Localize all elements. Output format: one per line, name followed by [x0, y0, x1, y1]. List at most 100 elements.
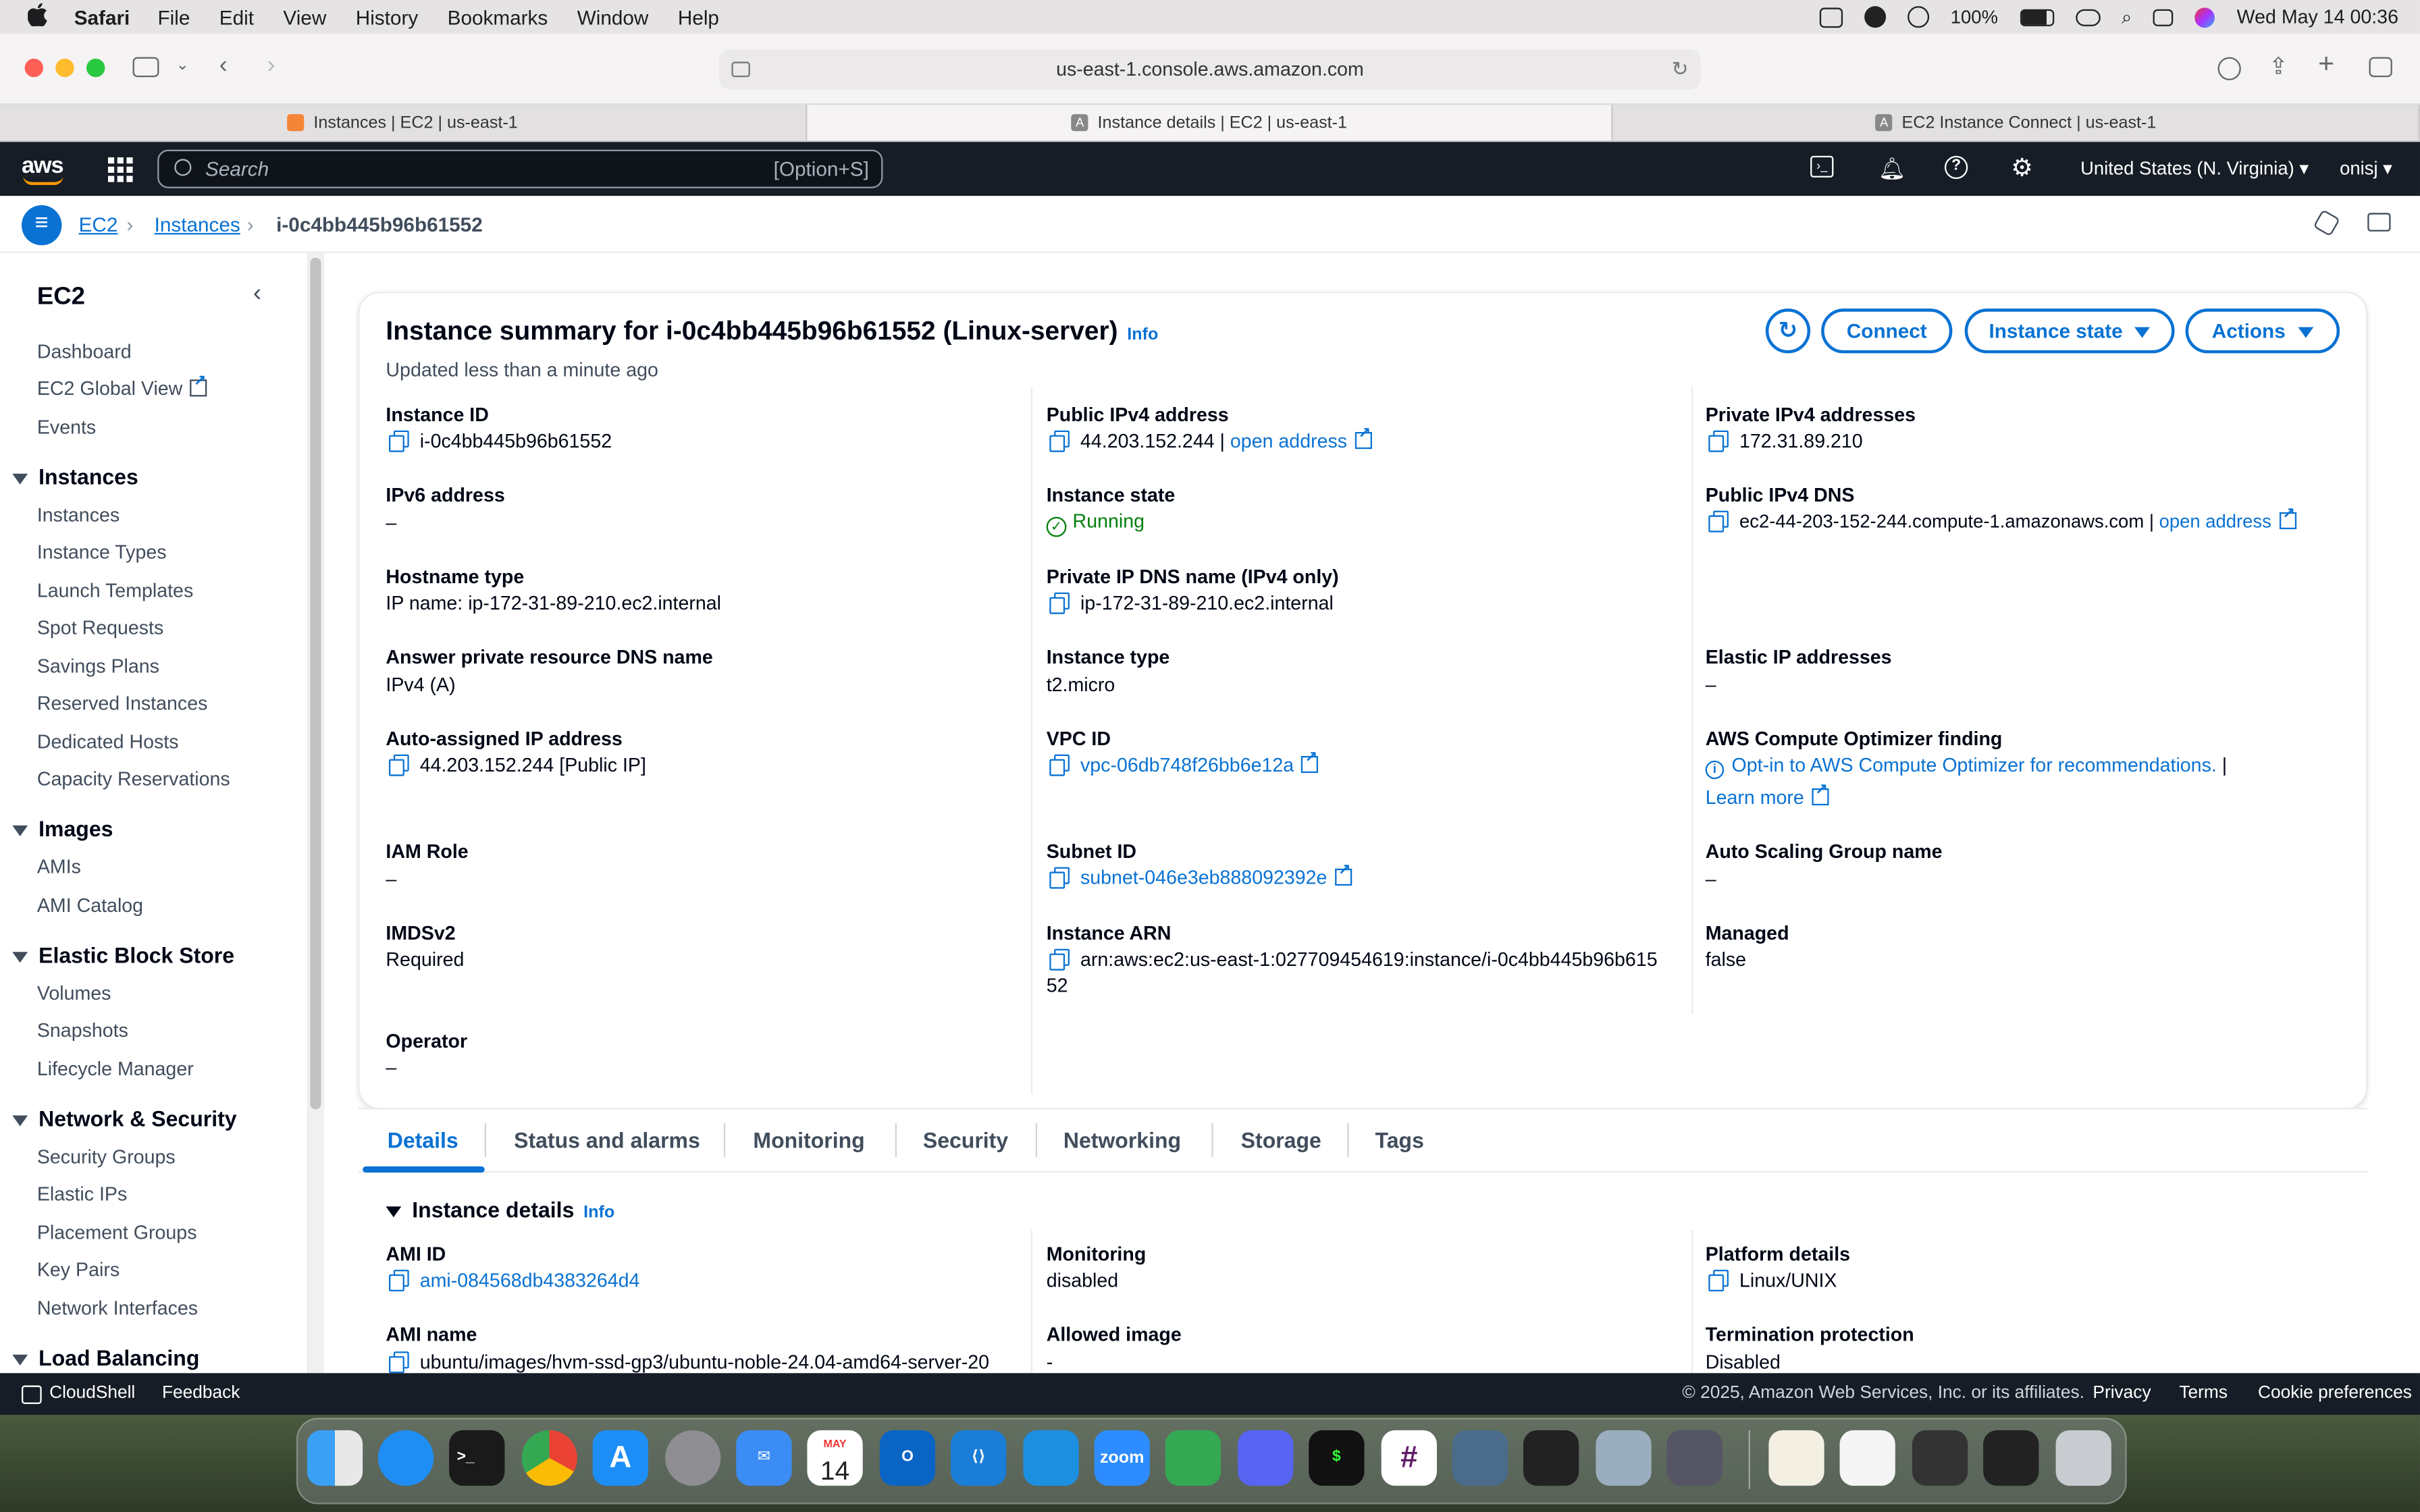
status-icon[interactable] [1819, 7, 1843, 27]
instance-details-header[interactable]: Instance details Info [386, 1197, 614, 1222]
instance-state-button[interactable]: Instance state [1964, 308, 2175, 354]
window-thumbnail-icon[interactable] [1983, 1430, 2039, 1486]
sidebar-item-events[interactable]: Events [37, 416, 96, 438]
aws-logo[interactable]: aws [22, 153, 64, 186]
reload-icon[interactable]: ↻ [1672, 49, 1689, 89]
sidebar-item-launch-templates[interactable]: Launch Templates [37, 580, 193, 601]
browser-tab-instances[interactable]: Instances | EC2 | us-east-1 [0, 105, 807, 140]
breadcrumb-instances[interactable]: Instances [155, 213, 240, 236]
sidebar-item-security-groups[interactable]: Security Groups [37, 1146, 176, 1168]
sidebar-item-snapshots[interactable]: Snapshots [37, 1020, 128, 1042]
sidebar-section-ebs[interactable]: Elastic Block Store [12, 943, 234, 967]
services-menu-icon[interactable] [107, 157, 133, 182]
slack-icon[interactable]: # [1381, 1430, 1437, 1486]
copy-icon[interactable] [1049, 948, 1070, 971]
sidebar-item-spot-requests[interactable]: Spot Requests [37, 617, 163, 639]
feedback-link[interactable]: Feedback [162, 1384, 240, 1402]
sidebar-scrollbar[interactable] [309, 252, 324, 1374]
cloudshell-icon[interactable]: ›_ [1810, 155, 1834, 178]
refresh-button[interactable]: ↻ [1765, 308, 1811, 354]
breadcrumb-ec2[interactable]: EC2 [79, 213, 118, 236]
copy-icon[interactable] [1049, 430, 1070, 452]
system-settings-icon[interactable] [665, 1430, 721, 1486]
console-search-input[interactable]: Search [Option+S] [157, 149, 883, 188]
optimizer-opt-in-link[interactable]: Opt-in to AWS Compute Optimizer for reco… [1732, 755, 2217, 776]
vscode-icon[interactable]: ⟨⟩ [950, 1430, 1007, 1486]
copy-icon[interactable] [1708, 430, 1729, 452]
app-store-icon[interactable]: A [592, 1430, 648, 1486]
menu-safari[interactable]: Safari [74, 5, 130, 28]
region-selector[interactable]: United States (N. Virginia) ▾ [2080, 157, 2309, 179]
copy-icon[interactable] [388, 430, 409, 452]
cloudshell-icon[interactable] [21, 1385, 42, 1404]
tab-details[interactable]: Details [388, 1128, 458, 1153]
cloudshell-link[interactable]: CloudShell [49, 1384, 135, 1402]
clock[interactable]: Wed May 14 00:36 [2237, 6, 2398, 28]
sidebar-item-dedicated-hosts[interactable]: Dedicated Hosts [37, 731, 179, 753]
account-menu[interactable]: onisj ▾ [2340, 157, 2392, 179]
docker-icon[interactable] [1023, 1430, 1079, 1486]
sidebar-section-load-balancing[interactable]: Load Balancing [12, 1345, 199, 1370]
virtualbox-icon[interactable] [1452, 1430, 1508, 1486]
apple-icon[interactable] [27, 3, 53, 31]
sidebar-item-elastic-ips[interactable]: Elastic IPs [37, 1183, 127, 1205]
ami-id-link[interactable]: ami-084568db4383264d4 [420, 1270, 640, 1291]
discord-icon[interactable] [1238, 1430, 1294, 1486]
close-window-button[interactable] [24, 58, 43, 78]
sidebar-item-capacity-reservations[interactable]: Capacity Reservations [37, 768, 230, 790]
back-icon[interactable]: ‹ [219, 53, 228, 80]
open-address-link[interactable]: open address [2159, 511, 2271, 533]
browser-tab-instance-connect[interactable]: A EC2 Instance Connect | us-east-1 [1613, 105, 2420, 140]
terms-link[interactable]: Terms [2179, 1384, 2228, 1402]
safari-icon[interactable] [377, 1430, 434, 1486]
downloads-icon[interactable] [2217, 57, 2241, 80]
battery-icon[interactable] [2019, 8, 2054, 26]
google-meet-icon[interactable] [1165, 1430, 1221, 1486]
zoom-icon[interactable]: zoom [1094, 1430, 1150, 1486]
menu-window[interactable]: Window [577, 5, 649, 28]
share-icon[interactable]: ⇪ [2269, 53, 2288, 80]
play-icon[interactable] [1907, 6, 1929, 28]
sidebar-section-images[interactable]: Images [12, 816, 113, 841]
calendar-icon[interactable]: MAY 14 [807, 1430, 863, 1486]
sidebar-item-key-pairs[interactable]: Key Pairs [37, 1259, 120, 1280]
info-link[interactable]: Info [1127, 325, 1158, 344]
close-sidebar-icon[interactable]: ‹ [253, 281, 261, 308]
menu-edit[interactable]: Edit [219, 5, 254, 28]
notifications-bell-icon[interactable]: 🔔︎ [1878, 156, 1906, 182]
forward-icon[interactable]: › [267, 53, 275, 80]
zoom-window-button[interactable] [86, 58, 105, 78]
grammarly-icon[interactable] [1864, 6, 1886, 28]
sidebar-item-dashboard[interactable]: Dashboard [37, 341, 132, 362]
finder-icon[interactable] [307, 1430, 363, 1486]
tab-storage[interactable]: Storage [1241, 1128, 1321, 1153]
control-center-icon[interactable] [2153, 8, 2174, 26]
page-settings-icon[interactable] [731, 61, 750, 78]
sidebar-item-lifecycle-manager[interactable]: Lifecycle Manager [37, 1058, 194, 1080]
window-thumbnail-icon[interactable] [1912, 1430, 1968, 1486]
chrome-icon[interactable] [521, 1430, 577, 1486]
sidebar-section-network-security[interactable]: Network & Security [12, 1106, 237, 1131]
sidebar-item-network-interfaces[interactable]: Network Interfaces [37, 1297, 198, 1319]
copy-icon[interactable] [1708, 1270, 1729, 1292]
sidebar-item-placement-groups[interactable]: Placement Groups [37, 1222, 197, 1243]
sidebar-item-global-view[interactable]: EC2 Global View [37, 373, 207, 400]
sidebar-toggle-icon[interactable] [132, 57, 159, 78]
outlook-icon[interactable]: O [879, 1430, 936, 1486]
copy-icon[interactable] [1049, 867, 1070, 889]
privacy-link[interactable]: Privacy [2093, 1384, 2151, 1402]
tab-tags[interactable]: Tags [1375, 1128, 1424, 1153]
menu-help[interactable]: Help [678, 5, 719, 28]
menu-bookmarks[interactable]: Bookmarks [448, 5, 548, 28]
cookie-preferences-link[interactable]: Cookie preferences [2258, 1384, 2412, 1402]
settings-gear-icon[interactable]: ⚙ [2011, 153, 2033, 184]
display-settings-icon[interactable] [2367, 213, 2391, 232]
address-bar[interactable]: us-east-1.console.aws.amazon.com ↻ [719, 49, 1701, 90]
sidebar-item-ami-catalog[interactable]: AMI Catalog [37, 895, 143, 917]
copy-icon[interactable] [388, 754, 409, 776]
copy-icon[interactable] [1708, 510, 1729, 533]
sidebar-item-reserved-instances[interactable]: Reserved Instances [37, 693, 208, 714]
iterm-icon[interactable]: $ [1309, 1430, 1365, 1486]
tab-networking[interactable]: Networking [1063, 1128, 1181, 1153]
connect-button[interactable]: Connect [1821, 308, 1953, 354]
